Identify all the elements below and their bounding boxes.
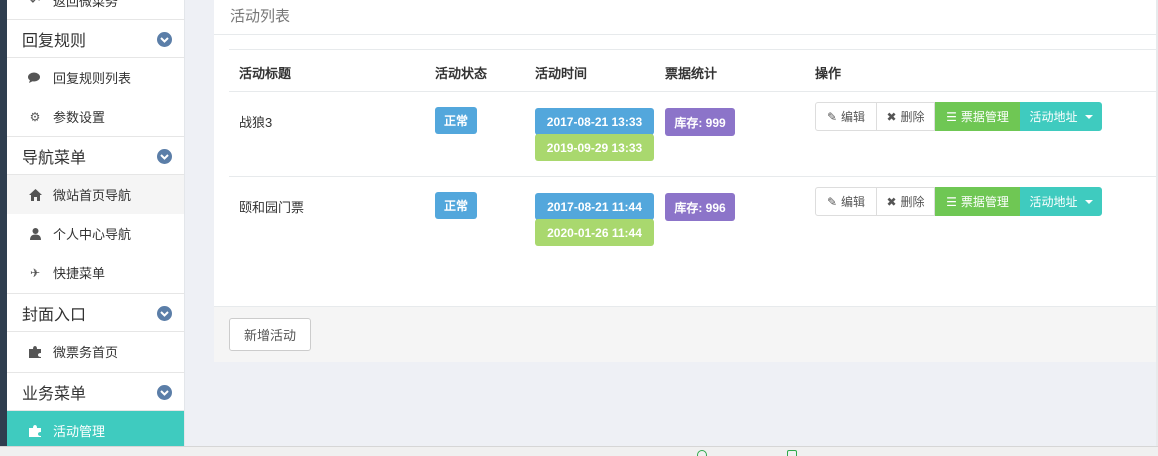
table-row-title: 战狼3 [239, 115, 273, 130]
activity-address-dropdown[interactable]: 活动地址 [1020, 102, 1102, 131]
home-icon [27, 188, 43, 201]
manage-label: 票据管理 [960, 110, 1009, 124]
sidebar-item-label: 回复规则列表 [53, 71, 132, 86]
status-badge: 正常 [435, 192, 477, 219]
column-header-time: 活动时间 [535, 66, 588, 81]
sidebar-item-label: 个人中心导航 [53, 227, 132, 242]
close-icon: ✖ [886, 109, 897, 124]
user-icon [27, 227, 43, 240]
list-icon: ☰ [946, 109, 957, 124]
sidebar-group-cover-entry[interactable]: 封面入口 [7, 293, 184, 332]
activity-address-dropdown[interactable]: 活动地址 [1020, 187, 1102, 216]
column-header-title: 活动标题 [239, 66, 292, 81]
sidebar-group-nav-menu[interactable]: 导航菜单 [7, 136, 184, 175]
comments-icon [27, 72, 43, 84]
delete-label: 删除 [900, 110, 925, 124]
row-action-group: ✎ 编辑 ✖ 删除 ☰ 票据管理 活动地址 [815, 102, 1102, 131]
puzzle-icon [27, 345, 43, 358]
sidebar-item-label: 返回微菜务 [53, 0, 119, 9]
puzzle-icon [27, 424, 43, 437]
caret-down-icon [1084, 114, 1093, 119]
edit-label: 编辑 [841, 195, 866, 209]
column-header-actions: 操作 [815, 66, 842, 81]
delete-label: 删除 [900, 195, 925, 209]
add-activity-button[interactable]: 新增活动 [229, 318, 311, 351]
sidebar-item-reply-rule-list[interactable]: 回复规则列表 [7, 58, 184, 97]
start-time-badge: 2017-08-21 11:44 [535, 193, 654, 220]
divider [214, 34, 1158, 35]
sidebar-item-user-center-nav[interactable]: 个人中心导航 [7, 214, 184, 253]
sidebar-item-ticket-home[interactable]: 微票务首页 [7, 332, 184, 371]
edit-button[interactable]: ✎ 编辑 [815, 102, 877, 131]
row-action-group: ✎ 编辑 ✖ 删除 ☰ 票据管理 活动地址 [815, 187, 1102, 216]
chevron-down-icon [157, 32, 172, 47]
sidebar-item-quick-menu[interactable]: ✈ 快捷菜单 [7, 253, 184, 292]
delete-button[interactable]: ✖ 删除 [877, 187, 935, 216]
plane-icon: ✈ [29, 265, 41, 280]
edit-button[interactable]: ✎ 编辑 [815, 187, 877, 216]
chevron-down-icon [157, 306, 172, 321]
address-label: 活动地址 [1029, 195, 1078, 209]
left-dark-strip [0, 0, 7, 446]
edit-label: 编辑 [841, 110, 866, 124]
sidebar-group-reply-rules[interactable]: 回复规则 [7, 19, 184, 58]
close-icon: ✖ [886, 194, 897, 209]
sidebar: ↶ 返回微菜务 回复规则 回复规则列表 ⚙ 参数设置 导航菜单 微站首页导航 个… [7, 0, 185, 450]
chevron-down-icon [157, 149, 172, 164]
column-header-status: 活动状态 [435, 66, 488, 81]
ticket-manage-button[interactable]: ☰ 票据管理 [935, 102, 1020, 131]
status-badge: 正常 [435, 107, 477, 134]
sidebar-group-label: 封面入口 [22, 306, 87, 324]
status-ok-icon [697, 450, 707, 456]
edit-icon: ✎ [826, 194, 838, 209]
divider [229, 49, 1158, 50]
manage-label: 票据管理 [960, 195, 1009, 209]
list-icon: ☰ [946, 194, 957, 209]
divider [229, 91, 1158, 92]
sidebar-item-label: 微站首页导航 [53, 188, 132, 203]
end-time-badge: 2020-01-26 11:44 [535, 219, 654, 246]
status-check-icon [787, 450, 797, 456]
delete-button[interactable]: ✖ 删除 [877, 102, 935, 131]
undo-icon: ↶ [29, 0, 41, 8]
sidebar-item-label: 活动管理 [53, 424, 106, 439]
gear-icon: ⚙ [29, 109, 41, 124]
sidebar-group-label: 导航菜单 [22, 149, 87, 167]
sidebar-item-label: 参数设置 [53, 110, 106, 125]
edit-icon: ✎ [826, 109, 838, 124]
end-time-badge: 2019-09-29 13:33 [535, 134, 654, 161]
sidebar-item-return[interactable]: ↶ 返回微菜务 [7, 0, 184, 20]
sidebar-item-home-nav[interactable]: 微站首页导航 [7, 175, 184, 214]
sidebar-group-label: 回复规则 [22, 32, 87, 50]
start-time-badge: 2017-08-21 13:33 [535, 108, 654, 135]
sidebar-group-label: 业务菜单 [22, 385, 87, 403]
chevron-down-icon [157, 385, 172, 400]
stock-badge: 库存: 996 [665, 193, 735, 221]
stock-badge: 库存: 999 [665, 108, 735, 136]
sidebar-item-label: 快捷菜单 [53, 266, 106, 281]
sidebar-group-business-menu[interactable]: 业务菜单 [7, 372, 184, 411]
caret-down-icon [1084, 199, 1093, 204]
column-header-ticket-stats: 票据统计 [665, 66, 718, 81]
panel-footer: 新增活动 [214, 306, 1158, 362]
sidebar-item-label: 微票务首页 [53, 345, 119, 360]
activity-list-panel: 活动列表 活动标题 活动状态 活动时间 票据统计 操作 战狼3 正常 2017-… [214, 0, 1158, 362]
divider [229, 176, 1158, 177]
sidebar-item-settings[interactable]: ⚙ 参数设置 [7, 97, 184, 136]
panel-title: 活动列表 [230, 8, 291, 25]
address-label: 活动地址 [1029, 110, 1078, 124]
ticket-manage-button[interactable]: ☰ 票据管理 [935, 187, 1020, 216]
sidebar-item-activity-management[interactable]: 活动管理 [7, 411, 184, 450]
table-row-title: 颐和园门票 [239, 200, 305, 215]
